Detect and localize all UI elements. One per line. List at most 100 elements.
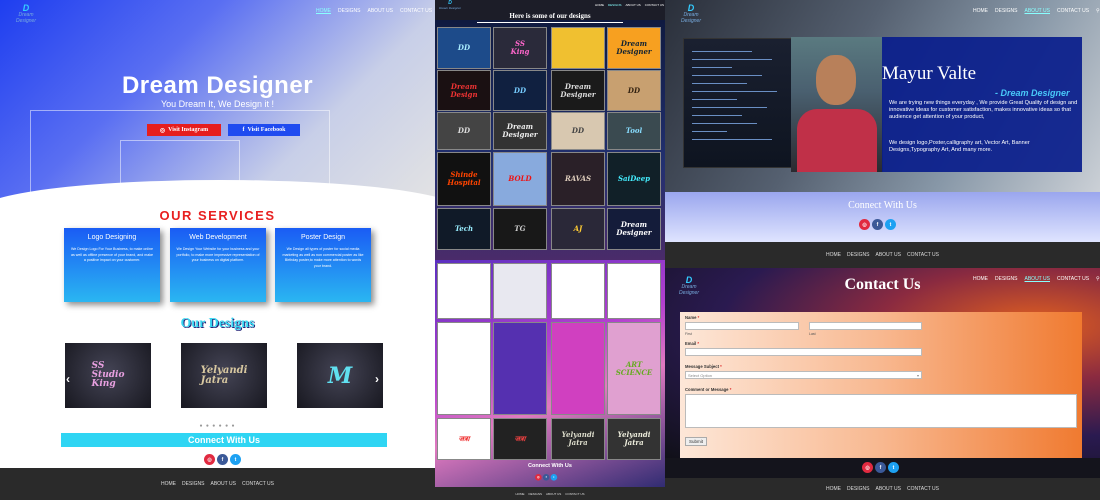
footer-designs[interactable]: DESIGNS bbox=[847, 252, 870, 258]
nav-designs[interactable]: DESIGNS bbox=[338, 8, 361, 14]
last-name-input[interactable] bbox=[809, 322, 922, 330]
gallery-tile[interactable]: जत्रा bbox=[437, 418, 491, 460]
footer-contact[interactable]: CONTACT US bbox=[907, 486, 939, 492]
name-label-text: Name bbox=[685, 315, 697, 320]
footer-home[interactable]: HOME bbox=[826, 486, 841, 492]
instagram-icon[interactable]: ◎ bbox=[204, 454, 215, 465]
contact-form: Name * First Last Email * Message Subjec… bbox=[680, 312, 1082, 458]
nav-about[interactable]: ABOUT US bbox=[626, 3, 641, 7]
name-label: Name * bbox=[685, 315, 700, 320]
first-name-hint: First bbox=[685, 332, 692, 336]
gallery-tile[interactable]: Dream Designer bbox=[607, 208, 661, 250]
twitter-icon[interactable]: t bbox=[885, 219, 896, 230]
gallery-tile[interactable]: Tech bbox=[437, 208, 491, 250]
footer-home[interactable]: HOME bbox=[515, 492, 524, 496]
search-icon[interactable]: ⚲ bbox=[1096, 8, 1100, 14]
footer-home[interactable]: HOME bbox=[826, 252, 841, 258]
gallery-tile[interactable]: Dream Designer bbox=[493, 112, 547, 150]
social-links: ◎ f t bbox=[535, 474, 558, 481]
facebook-icon[interactable]: f bbox=[217, 454, 228, 465]
footer-designs[interactable]: DESIGNS bbox=[528, 492, 542, 496]
gallery-tile[interactable]: Dream Design bbox=[437, 70, 491, 111]
facebook-icon[interactable]: f bbox=[872, 219, 883, 230]
twitter-icon[interactable]: t bbox=[230, 454, 241, 465]
footer-about[interactable]: ABOUT US bbox=[546, 492, 561, 496]
gallery-tile[interactable]: Yelyandi Jatra bbox=[551, 418, 605, 460]
nav-contact[interactable]: CONTACT US bbox=[645, 3, 664, 7]
gallery-tile[interactable] bbox=[551, 263, 605, 319]
twitter-icon[interactable]: t bbox=[550, 474, 558, 481]
gallery-tile[interactable]: SS King bbox=[493, 27, 547, 69]
chevron-left-icon[interactable]: ‹ bbox=[66, 372, 70, 386]
gallery-tile[interactable] bbox=[437, 322, 491, 415]
instagram-icon[interactable]: ◎ bbox=[862, 462, 873, 473]
gallery-tile[interactable] bbox=[551, 322, 605, 415]
gallery-tile[interactable] bbox=[437, 263, 491, 319]
carousel-dots[interactable]: ● ● ● ● ● ● bbox=[0, 423, 435, 429]
site-logo[interactable]: D Dream Designer bbox=[673, 4, 709, 25]
gallery-tile[interactable]: SaiDeep bbox=[607, 152, 661, 206]
gallery-tile[interactable]: DD bbox=[437, 112, 491, 150]
nav-about[interactable]: ABOUT US bbox=[368, 8, 393, 14]
gallery-heading: Here is some of our designs bbox=[509, 12, 591, 20]
visit-instagram-button[interactable]: ◎ Visit Instagram bbox=[147, 124, 221, 136]
footer-contact[interactable]: CONTACT US bbox=[907, 252, 939, 258]
designs-page-panel: D Dream Designer HOME DESIGNS ABOUT US C… bbox=[435, 0, 665, 500]
nav-home[interactable]: HOME bbox=[595, 3, 604, 7]
home-page-panel: D Dream Designer HOME DESIGNS ABOUT US C… bbox=[0, 0, 443, 500]
site-logo[interactable]: D Dream Designer bbox=[8, 4, 44, 25]
email-input[interactable] bbox=[685, 348, 922, 356]
nav-about[interactable]: ABOUT US bbox=[1025, 8, 1050, 14]
nav-designs[interactable]: DESIGNS bbox=[608, 3, 622, 7]
gallery-tile[interactable]: DD bbox=[551, 112, 605, 150]
instagram-icon[interactable]: ◎ bbox=[535, 474, 542, 481]
nav-designs[interactable]: DESIGNS bbox=[995, 8, 1018, 14]
message-textarea[interactable] bbox=[685, 394, 1077, 428]
nav-contact[interactable]: CONTACT US bbox=[1057, 8, 1089, 14]
submit-button[interactable]: Submit bbox=[685, 437, 708, 446]
top-nav: HOME DESIGNS ABOUT US CONTACT US ⚲ bbox=[973, 8, 1100, 14]
footer-contact[interactable]: CONTACT US bbox=[565, 492, 584, 496]
gallery-tile[interactable]: AJ bbox=[551, 208, 605, 250]
twitter-icon[interactable]: t bbox=[888, 462, 899, 473]
gallery-tile[interactable] bbox=[607, 263, 661, 319]
footer-contact[interactable]: CONTACT US bbox=[242, 481, 274, 487]
footer-about[interactable]: ABOUT US bbox=[876, 486, 901, 492]
first-name-input[interactable] bbox=[685, 322, 799, 330]
footer-about[interactable]: ABOUT US bbox=[876, 252, 901, 258]
nav-contact[interactable]: CONTACT US bbox=[400, 8, 432, 14]
gallery-tile[interactable]: DD bbox=[493, 70, 547, 111]
heading-divider bbox=[477, 22, 623, 23]
visit-facebook-button[interactable]: f Visit Facebook bbox=[228, 124, 300, 136]
subject-select[interactable]: Select Option ▾ bbox=[685, 371, 922, 379]
site-logo[interactable]: D Dream Designer bbox=[439, 1, 461, 11]
gallery-tile[interactable]: TG bbox=[493, 208, 547, 250]
gallery-tile[interactable]: RAVAS bbox=[551, 152, 605, 206]
design-slide[interactable]: Yelyandi Jatra bbox=[181, 343, 267, 408]
facebook-icon[interactable]: f bbox=[875, 462, 886, 473]
footer-designs[interactable]: DESIGNS bbox=[847, 486, 870, 492]
gallery-tile[interactable]: Dream Designer bbox=[551, 70, 605, 111]
gallery-tile[interactable]: जत्रा bbox=[493, 418, 547, 460]
gallery-tile[interactable] bbox=[551, 27, 605, 69]
footer-designs[interactable]: DESIGNS bbox=[182, 481, 205, 487]
design-slide[interactable]: SS Studio King bbox=[65, 343, 151, 408]
facebook-icon[interactable]: f bbox=[542, 474, 550, 481]
chevron-right-icon[interactable]: › bbox=[375, 372, 379, 386]
gallery-tile[interactable]: Shinde Hospital bbox=[437, 152, 491, 206]
gallery-tile[interactable]: Tool bbox=[607, 112, 661, 150]
gallery-tile[interactable]: ART SCIENCE bbox=[607, 322, 661, 415]
footer-about[interactable]: ABOUT US bbox=[211, 481, 236, 487]
instagram-icon[interactable]: ◎ bbox=[859, 219, 870, 230]
gallery-tile[interactable]: DD bbox=[437, 27, 491, 69]
design-slide[interactable]: M bbox=[297, 343, 383, 408]
footer-home[interactable]: HOME bbox=[161, 481, 176, 487]
gallery-tile[interactable]: BOLD bbox=[493, 152, 547, 206]
nav-home[interactable]: HOME bbox=[973, 8, 988, 14]
nav-home[interactable]: HOME bbox=[316, 8, 331, 14]
gallery-tile[interactable]: Dream Designer bbox=[607, 27, 661, 69]
gallery-tile[interactable] bbox=[493, 322, 547, 415]
gallery-tile[interactable] bbox=[493, 263, 547, 319]
gallery-tile[interactable]: DD bbox=[607, 70, 661, 111]
gallery-tile[interactable]: Yelyandi Jatra bbox=[607, 418, 661, 460]
